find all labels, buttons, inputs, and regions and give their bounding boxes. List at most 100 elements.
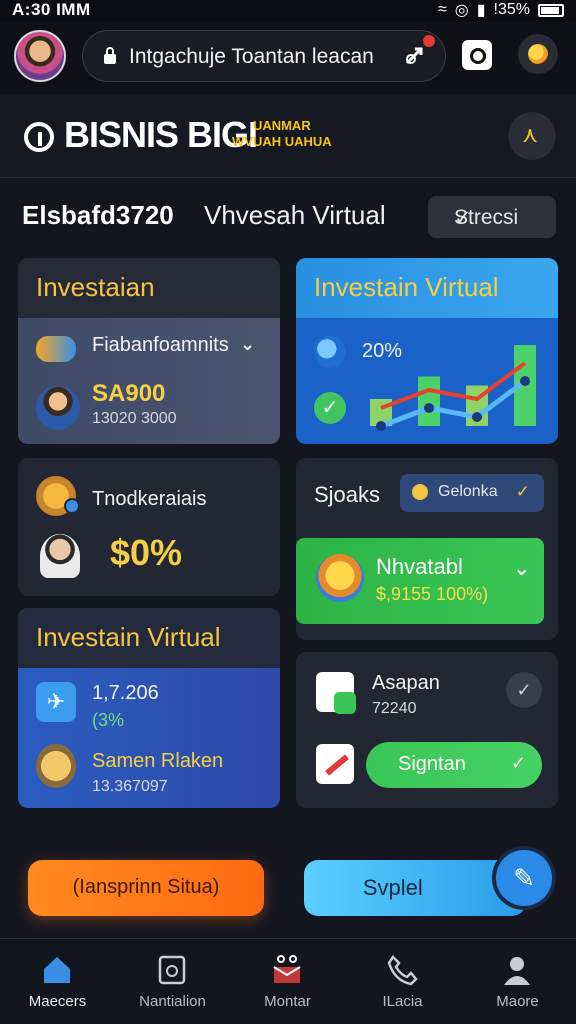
trade-title: Tnodkeraiais [92, 488, 207, 510]
card-title: Investain Virtual [36, 622, 221, 652]
card-header: Investain Virtual [18, 608, 280, 668]
note-icon [316, 672, 356, 714]
card-header: Investaian [18, 258, 280, 318]
logo-icon [24, 122, 54, 152]
stocks-card: Sjoaks Gelonka ✓ Nhvatabl $,9155 100%) ⌄ [296, 458, 558, 640]
portfolio-change: (3% [92, 710, 125, 730]
home-icon [44, 957, 70, 983]
virtual-portfolio-card[interactable]: Investain Virtual ✈ 1,7.206 (3% Samen Rl… [18, 608, 280, 808]
portfolio-value: 1,7.206 [92, 682, 159, 704]
action-button-orange[interactable]: (Iansprinn Situa) [28, 860, 264, 916]
battery-percent: !35% [493, 1, 530, 18]
stocks-filter-chip[interactable]: Gelonka ✓ [400, 474, 544, 512]
coin-icon [316, 554, 364, 602]
battery-icon [538, 3, 564, 17]
coins-icon [36, 336, 76, 362]
browser-bar: Intgachuje Toantan leacan [0, 22, 576, 94]
coin-icon [36, 744, 76, 788]
brand-tagline-line1: UANMAR [252, 118, 311, 133]
payments-label: Fiabanfoamnits [92, 334, 229, 356]
chart-secondary-line [380, 379, 527, 429]
phone-icon [387, 955, 418, 986]
trader-avatar-icon [40, 534, 80, 578]
check-icon: ✓ [454, 207, 472, 230]
card-title: Investaian [36, 272, 155, 302]
nav-item-monitor[interactable]: Montar [230, 939, 345, 1024]
sign-button-label: Signtan [398, 753, 466, 775]
chart-point [472, 412, 482, 422]
chip-label: Gelonka [438, 483, 498, 500]
holder-sub: 13.367097 [92, 778, 168, 795]
globe-icon [314, 336, 346, 368]
card-body: Fiabanfoamnits ⌄ SA900 13020 3000 [18, 318, 280, 444]
chevron-down-icon[interactable]: ⌄ [240, 334, 255, 355]
card-header: Investain Virtual [296, 258, 558, 318]
url-bar[interactable]: Intgachuje Toantan leacan [82, 30, 446, 82]
nav-item-home[interactable]: Maecers [0, 939, 115, 1024]
check-icon: ✓ [515, 482, 530, 501]
check-icon: ✓ [510, 753, 526, 773]
brand-name: BISNIS BIGI [64, 114, 258, 155]
nav-label: ILacia [382, 993, 423, 1010]
amount-value: SA900 [92, 380, 166, 407]
monitor-icon [273, 955, 301, 983]
nav-label: Maore [496, 993, 539, 1010]
url-text: Intgachuje Toantan leacan [129, 45, 374, 68]
nav-item-call[interactable]: ILacia [345, 939, 460, 1024]
wifi-icon: ≈ [437, 1, 447, 18]
lock-icon [104, 47, 116, 64]
chevron-down-icon: ⌄ [513, 558, 530, 580]
notification-dot [423, 35, 435, 47]
asapan-sub: 72240 [372, 700, 417, 717]
status-bar: A:30 IMM ≈ ◎ ▮ !35% [0, 0, 576, 22]
check-circle-icon: ✓ [314, 392, 346, 424]
profile-icon [504, 957, 530, 985]
status-dropdown[interactable]: Strecsi ✓ [428, 196, 556, 238]
avatar[interactable] [14, 30, 66, 82]
menu-button[interactable]: ⋏ [508, 112, 556, 160]
brand-tagline-line2: WVUAH UAHUA [232, 134, 332, 149]
chart-trend-line [380, 361, 527, 410]
stocks-label: Sjoaks [314, 482, 381, 507]
trade-card[interactable]: Tnodkeraiais $0% [18, 458, 280, 596]
card-body: ✈ 1,7.206 (3% Samen Rlaken 13.367097 [18, 668, 280, 808]
nav-item-navigation[interactable]: Nantialion [115, 939, 230, 1024]
action-button-blue-label: Svplel [362, 875, 423, 900]
investment-card[interactable]: Investaian Fiabanfoamnits ⌄ SA900 13020 … [18, 258, 280, 444]
trade-percent: $0% [110, 532, 183, 573]
stock-tile-title: Nhvatabl [376, 554, 463, 579]
calendar-icon [158, 955, 186, 985]
nav-label: Nantialion [139, 993, 206, 1010]
signal-icon: ▮ [476, 2, 486, 19]
virtual-investment-card[interactable]: Investain Virtual 20% ✓ [296, 258, 558, 444]
sign-button[interactable]: Signtan ✓ [366, 742, 542, 788]
amount-sub: 13020 3000 [92, 410, 177, 427]
chart-point [520, 376, 530, 386]
bird-icon: ✈ [36, 682, 76, 722]
extension-icon[interactable] [518, 34, 558, 74]
growth-chart [370, 345, 536, 431]
edit-fab-button[interactable]: ✎ [492, 846, 556, 910]
nav-item-more[interactable]: Maore [460, 939, 575, 1024]
pencil-icon: ✎ [513, 863, 535, 893]
holder-name: Samen Rlaken [92, 750, 224, 772]
status-time: A:30 IMM [12, 0, 91, 19]
nav-label: Montar [264, 993, 311, 1010]
alarm-icon: ◎ [454, 2, 469, 19]
investor-avatar-icon [36, 386, 80, 430]
bottom-nav: Maecers Nantialion Montar ILacia Maore [0, 938, 576, 1024]
chart-bar [418, 376, 440, 426]
card-title: Investain Virtual [314, 272, 499, 302]
investment-label: Vhvesah Virtual [204, 200, 386, 230]
check-icon[interactable]: ✓ [506, 672, 542, 708]
stock-tile-value: $,9155 100%) [376, 584, 489, 604]
action-button-orange-label: (Iansprinn Situa) [72, 876, 220, 898]
camera-icon[interactable] [462, 40, 492, 70]
nav-label: Maecers [28, 993, 87, 1010]
chart-point [376, 421, 386, 431]
badge-icon [64, 498, 80, 514]
chart-point [424, 403, 434, 413]
chevron-icon: ⋏ [522, 122, 539, 147]
stock-tile[interactable]: Nhvatabl $,9155 100%) ⌄ [296, 538, 544, 624]
status-icons: ≈ ◎ ▮ !35% [438, 0, 564, 20]
